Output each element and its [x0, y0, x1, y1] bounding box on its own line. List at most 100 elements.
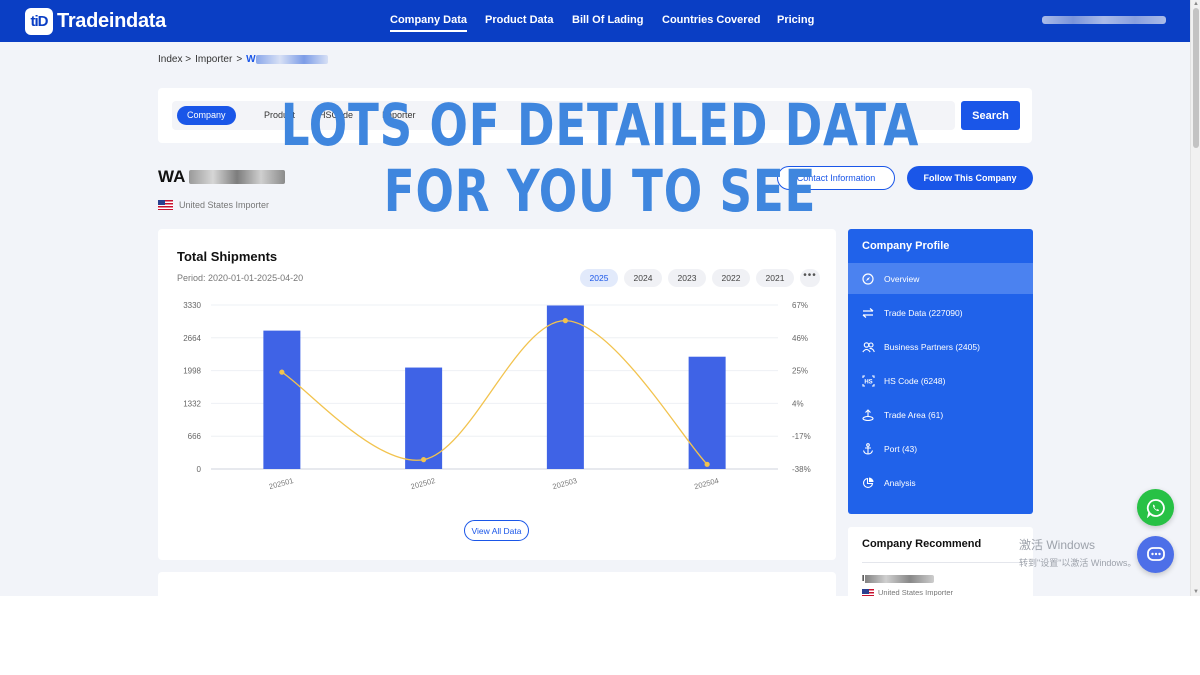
- profile-item-label: Overview: [884, 274, 919, 284]
- windows-activation-watermark: 激活 Windows 转到"设置"以激活 Windows。: [1019, 536, 1136, 569]
- year-chip-2023[interactable]: 2023: [668, 269, 706, 287]
- hs-code-icon: HS: [861, 374, 875, 388]
- more-years-button[interactable]: •••: [800, 269, 820, 287]
- profile-item-hs-code[interactable]: HS HS Code (6248): [848, 365, 1033, 396]
- profile-item-label: HS Code (6248): [884, 376, 945, 386]
- top-navbar: tiD Tradeindata Company Data Product Dat…: [0, 0, 1190, 42]
- view-all-data-button[interactable]: View All Data: [464, 520, 529, 541]
- breadcrumb-current: W: [246, 54, 255, 65]
- exchange-icon: [861, 306, 875, 320]
- search-panel: Company Product HSCode Importer Search: [158, 88, 1032, 143]
- logo-mark-icon: tiD: [25, 8, 53, 35]
- next-section-card: [158, 572, 836, 596]
- breadcrumb-current-blurred: [256, 55, 328, 64]
- empty-area: [0, 596, 1200, 675]
- line-point: [421, 457, 426, 462]
- vertical-scrollbar[interactable]: ▲ ▼: [1190, 0, 1200, 596]
- company-type: United States Importer: [179, 200, 269, 210]
- profile-title: Company Profile: [862, 240, 949, 252]
- company-recommend-panel: Company Recommend I United States Import…: [848, 527, 1033, 596]
- svg-text:HS: HS: [864, 379, 872, 385]
- watermark-line1: 激活 Windows: [1019, 536, 1136, 553]
- scroll-up-icon[interactable]: ▲: [1192, 1, 1200, 7]
- breadcrumb-importer[interactable]: Importer: [195, 54, 232, 65]
- y-left-tick-label: 666: [188, 432, 202, 441]
- contact-information-button[interactable]: Contact Information: [777, 166, 895, 190]
- search-tab-importer[interactable]: Importer: [372, 106, 426, 125]
- y-left-tick-label: 2664: [183, 334, 201, 343]
- x-tick-label: 202502: [410, 476, 437, 491]
- profile-item-business-partners[interactable]: Business Partners (2405): [848, 331, 1033, 362]
- site-logo[interactable]: tiD Tradeindata: [25, 8, 166, 35]
- profile-item-trade-data[interactable]: Trade Data (227090): [848, 297, 1033, 328]
- year-chip-2025[interactable]: 2025: [580, 269, 618, 287]
- company-subtitle: United States Importer: [158, 200, 269, 210]
- logo-text: Tradeindata: [57, 10, 166, 33]
- bar: [547, 305, 584, 469]
- watermark-line2: 转到"设置"以激活 Windows。: [1019, 556, 1136, 569]
- profile-item-label: Trade Data (227090): [884, 308, 963, 318]
- nav-product-data[interactable]: Product Data: [485, 14, 553, 26]
- year-chip-2024[interactable]: 2024: [624, 269, 662, 287]
- search-tab-hscode[interactable]: HSCode: [309, 106, 363, 125]
- anchor-icon: [861, 442, 875, 456]
- company-name-text: WA: [158, 167, 185, 187]
- growth-line: [282, 321, 707, 465]
- whatsapp-button[interactable]: [1137, 489, 1174, 526]
- bar: [689, 357, 726, 469]
- profile-item-label: Business Partners (2405): [884, 342, 980, 352]
- period-label: Period: 2020-01-01-2025-04-20: [177, 273, 303, 283]
- year-filter: 2025 2024 2023 2022 2021 •••: [580, 269, 820, 287]
- company-name-blurred: [189, 170, 285, 184]
- recommended-company-blurred[interactable]: I: [862, 575, 934, 583]
- y-right-tick-label: 46%: [792, 334, 808, 343]
- nav-company-data[interactable]: Company Data: [390, 14, 467, 32]
- trade-area-icon: [861, 408, 875, 422]
- search-tab-product[interactable]: Product: [254, 106, 305, 125]
- recommended-company-subtitle: United States Importer: [878, 588, 953, 596]
- nav-countries-covered[interactable]: Countries Covered: [662, 14, 760, 26]
- x-tick-label: 202504: [693, 476, 720, 491]
- pie-chart-icon: [861, 476, 875, 490]
- line-point: [279, 370, 284, 375]
- y-right-tick-label: 25%: [792, 367, 808, 376]
- year-chip-2021[interactable]: 2021: [756, 269, 794, 287]
- nav-bill-of-lading[interactable]: Bill Of Lading: [572, 14, 644, 26]
- scroll-thumb[interactable]: [1193, 8, 1199, 148]
- y-right-tick-label: -17%: [792, 432, 811, 441]
- live-chat-button[interactable]: [1137, 536, 1174, 573]
- y-right-tick-label: 67%: [792, 301, 808, 310]
- nav-pricing[interactable]: Pricing: [777, 14, 814, 26]
- profile-item-trade-area[interactable]: Trade Area (61): [848, 399, 1033, 430]
- total-shipments-card: 06661332199826643330-38%-17%4%25%46%67%2…: [158, 229, 836, 560]
- y-left-tick-label: 1332: [183, 399, 201, 408]
- y-left-tick-label: 3330: [183, 301, 201, 310]
- partners-icon: [861, 340, 875, 354]
- scroll-down-icon[interactable]: ▼: [1192, 589, 1200, 595]
- bar: [263, 331, 300, 469]
- company-name: WA: [158, 167, 285, 187]
- card-title: Total Shipments: [177, 249, 277, 264]
- us-flag-icon: [862, 589, 874, 597]
- whatsapp-icon: [1146, 498, 1166, 518]
- user-account-blurred[interactable]: [1042, 16, 1166, 24]
- breadcrumb-index[interactable]: Index >: [158, 54, 191, 65]
- x-tick-label: 202503: [551, 476, 578, 491]
- y-left-tick-label: 0: [197, 465, 202, 474]
- profile-item-analysis[interactable]: Analysis: [848, 467, 1033, 498]
- compass-icon: [861, 272, 875, 286]
- y-right-tick-label: -38%: [792, 465, 811, 474]
- company-profile-panel: Company Profile Overview Trade Data (227…: [848, 229, 1033, 514]
- divider: [862, 562, 1020, 563]
- search-input[interactable]: Company Product HSCode Importer: [172, 101, 955, 130]
- year-chip-2022[interactable]: 2022: [712, 269, 750, 287]
- search-button[interactable]: Search: [961, 101, 1020, 130]
- search-tab-company[interactable]: Company: [177, 106, 236, 125]
- follow-company-button[interactable]: Follow This Company: [907, 166, 1033, 190]
- profile-item-overview[interactable]: Overview: [848, 263, 1033, 294]
- browser-viewport: tiD Tradeindata Company Data Product Dat…: [0, 0, 1200, 596]
- recommended-company-type: United States Importer: [862, 588, 953, 596]
- breadcrumb-separator: >: [236, 54, 242, 65]
- profile-item-port[interactable]: Port (43): [848, 433, 1033, 464]
- line-point: [705, 462, 710, 467]
